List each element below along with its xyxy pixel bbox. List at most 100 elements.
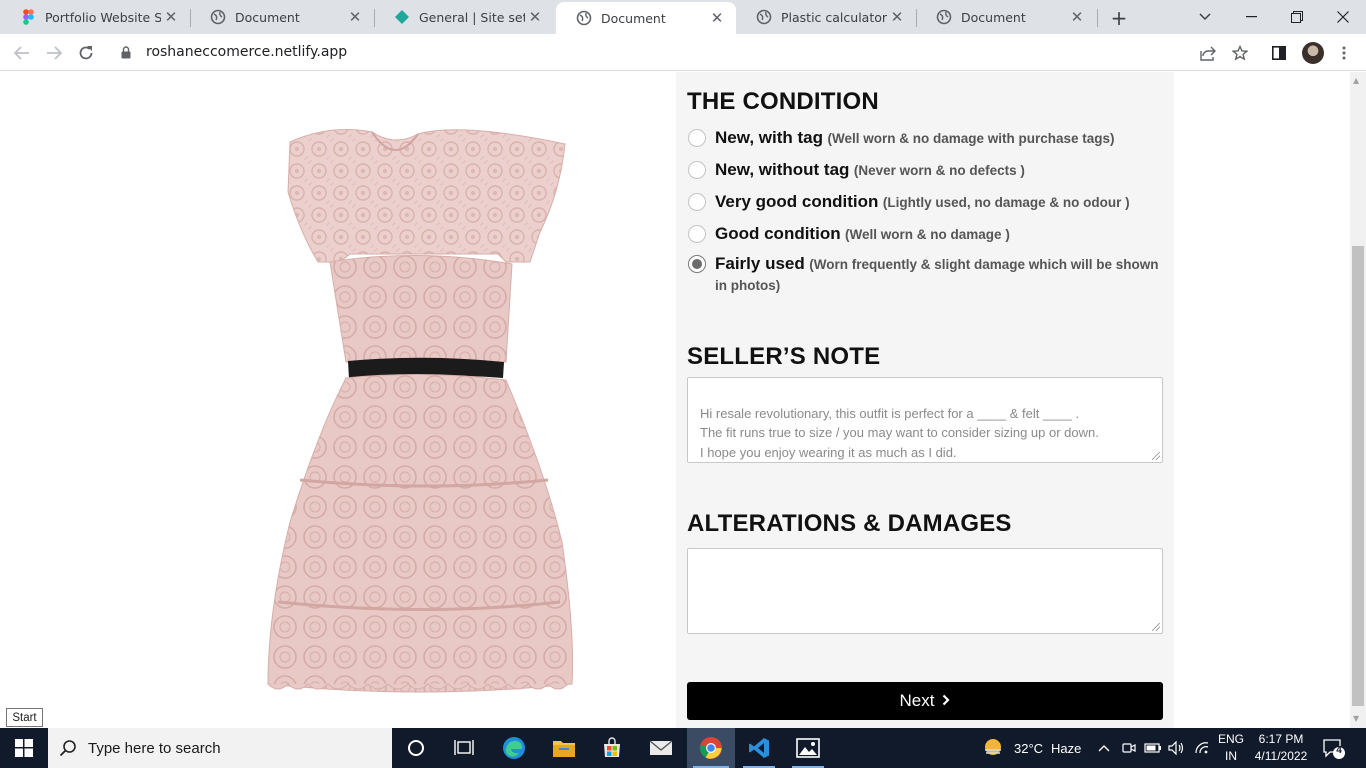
windows-taskbar: Type here to search 32°C Haze ENG IN 6:1… <box>0 728 1366 768</box>
clock-date: 4/11/2022 <box>1254 749 1308 763</box>
condition-option-good[interactable]: Good condition (Well worn & no damage ) <box>688 223 1164 245</box>
restore-icon[interactable] <box>1274 0 1320 34</box>
sellers-note-textarea[interactable]: Hi resale revolutionary, this outfit is … <box>687 377 1163 463</box>
globe-icon <box>210 9 226 25</box>
close-icon[interactable]: ✕ <box>525 7 545 27</box>
tab-title: General | Site settings <box>419 9 525 25</box>
new-tab-icon[interactable]: + <box>1106 5 1132 31</box>
option-label: Fairly used <box>715 254 805 273</box>
tab-title: Document <box>235 9 300 25</box>
system-clock[interactable]: 6:17 PM 4/11/2022 <box>1252 731 1310 765</box>
scrollbar-thumb[interactable] <box>1352 246 1364 706</box>
condition-option-fairly-used[interactable]: Fairly used (Worn frequently & slight da… <box>688 253 1164 296</box>
radio-button-selected[interactable] <box>688 255 706 273</box>
option-label: Good condition <box>715 224 841 243</box>
photos-icon[interactable] <box>784 728 832 768</box>
option-detail: (Lightly used, no damage & no odour ) <box>882 195 1130 210</box>
share-icon[interactable] <box>1194 39 1222 67</box>
reload-icon[interactable] <box>72 39 100 67</box>
tab-document-active[interactable]: Document ✕ <box>556 2 736 34</box>
close-icon[interactable]: ✕ <box>887 7 907 27</box>
battery-icon[interactable] <box>1144 728 1162 768</box>
tab-site-settings[interactable]: General | Site settings ✕ <box>374 0 554 34</box>
tab-title: Portfolio Website Sam <box>45 9 161 25</box>
option-detail: (Well worn & no damage with purchase tag… <box>827 131 1115 146</box>
globe-icon <box>936 9 952 25</box>
tab-portfolio-website[interactable]: Portfolio Website Sam ✕ <box>0 0 190 34</box>
sellers-note-placeholder: Hi resale revolutionary, this outfit is … <box>700 405 1099 460</box>
close-icon[interactable]: ✕ <box>345 7 365 27</box>
browser-toolbar: roshaneccomerce.netlify.app <box>0 34 1366 71</box>
globe-icon <box>576 10 592 26</box>
notification-count: 4 <box>1336 745 1342 756</box>
edge-browser-icon[interactable] <box>490 728 538 768</box>
bookmark-star-icon[interactable] <box>1226 39 1254 67</box>
tray-chevron-up-icon[interactable] <box>1098 728 1110 768</box>
option-detail: (Well worn & no damage ) <box>845 227 1010 242</box>
close-icon[interactable]: ✕ <box>707 8 727 28</box>
forward-arrow-icon[interactable] <box>40 39 68 67</box>
tab-title: Plastic calculator <box>781 9 887 25</box>
radio-button[interactable] <box>688 129 706 147</box>
mail-icon[interactable] <box>637 728 685 768</box>
tab-document-1[interactable]: Document ✕ <box>190 0 374 34</box>
weather-widget[interactable]: 32°C Haze <box>982 728 1081 768</box>
menu-kebab-icon[interactable] <box>1330 39 1358 67</box>
side-panel-icon[interactable] <box>1265 39 1293 67</box>
language-line2: IN <box>1225 749 1237 763</box>
scroll-down-arrow-icon[interactable]: ▼ <box>1353 714 1359 723</box>
page-content: THE CONDITION New, with tag (Well worn &… <box>0 72 1350 728</box>
product-image-area <box>0 72 676 728</box>
meet-now-icon[interactable] <box>1122 728 1136 768</box>
next-button-label: Next <box>899 691 935 710</box>
tab-plastic-calculator[interactable]: Plastic calculator ✕ <box>736 0 916 34</box>
condition-option-very-good[interactable]: Very good condition (Lightly used, no da… <box>688 191 1164 213</box>
cortana-icon[interactable] <box>392 728 440 768</box>
option-label: New, with tag <box>715 128 823 147</box>
lock-icon[interactable] <box>118 45 134 59</box>
notification-center-icon[interactable]: 4 <box>1322 738 1346 760</box>
search-placeholder: Type here to search <box>88 739 221 757</box>
taskbar-search-box[interactable]: Type here to search <box>48 728 392 768</box>
microsoft-store-icon[interactable] <box>588 728 636 768</box>
tab-title: Document <box>961 9 1026 25</box>
figma-icon <box>20 9 36 25</box>
radio-button[interactable] <box>688 193 706 211</box>
wifi-icon[interactable] <box>1194 728 1210 768</box>
language-line1: ENG <box>1217 732 1244 746</box>
volume-icon[interactable] <box>1168 728 1186 768</box>
resize-grip-icon[interactable] <box>1152 623 1160 631</box>
alterations-textarea[interactable] <box>687 548 1163 634</box>
language-indicator[interactable]: ENG IN <box>1216 731 1246 765</box>
scroll-up-arrow-icon[interactable]: ▲ <box>1353 76 1359 85</box>
windows-start-icon[interactable] <box>0 728 48 768</box>
radio-button[interactable] <box>688 225 706 243</box>
chrome-icon[interactable] <box>687 728 735 768</box>
chevron-right-icon <box>942 691 951 711</box>
option-detail: (Never worn & no defects ) <box>853 163 1025 178</box>
task-view-icon[interactable] <box>440 728 488 768</box>
profile-avatar[interactable] <box>1302 42 1324 64</box>
file-explorer-icon[interactable] <box>540 728 588 768</box>
minimize-icon[interactable] <box>1228 0 1274 34</box>
tab-title: Document <box>601 10 666 26</box>
condition-title: THE CONDITION <box>687 88 879 115</box>
address-bar[interactable]: roshaneccomerce.netlify.app <box>108 37 1258 67</box>
alterations-title: ALTERATIONS & DAMAGES <box>687 510 1012 537</box>
close-window-icon[interactable] <box>1320 0 1366 34</box>
browser-tab-strip: Portfolio Website Sam ✕ Document ✕ Gener… <box>0 0 1366 34</box>
page-scrollbar[interactable]: ▲ ▼ <box>1350 72 1366 728</box>
back-arrow-icon[interactable] <box>8 39 36 67</box>
tab-search-chevron-icon[interactable] <box>1182 0 1228 34</box>
weather-temp: 32°C <box>1014 740 1044 756</box>
clock-time: 6:17 PM <box>1258 732 1304 746</box>
next-button[interactable]: Next <box>687 682 1163 720</box>
vscode-icon[interactable] <box>735 728 783 768</box>
tab-document-3[interactable]: Document ✕ <box>916 0 1096 34</box>
resize-grip-icon[interactable] <box>1152 452 1160 460</box>
radio-button[interactable] <box>688 161 706 179</box>
close-icon[interactable]: ✕ <box>1067 7 1087 27</box>
condition-option-new-with-tag[interactable]: New, with tag (Well worn & no damage wit… <box>688 127 1164 149</box>
condition-option-new-without-tag[interactable]: New, without tag (Never worn & no defect… <box>688 159 1164 181</box>
close-icon[interactable]: ✕ <box>161 7 181 27</box>
